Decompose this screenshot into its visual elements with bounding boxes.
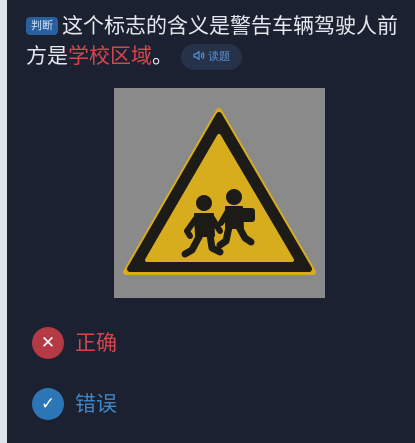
option-correct-label: 正确: [75, 331, 117, 355]
x-icon: ✕: [32, 327, 64, 359]
question-text-highlight: 学校区域: [68, 44, 152, 68]
check-icon: ✓: [32, 388, 64, 420]
left-edge-bar: [0, 0, 7, 443]
question-type-badge: 判断: [26, 17, 58, 35]
option-wrong-label: 错误: [75, 392, 117, 416]
read-question-button[interactable]: 读题: [181, 44, 242, 70]
speaker-icon: [193, 44, 205, 70]
read-question-label: 读题: [208, 50, 230, 63]
sign-image: [114, 88, 325, 298]
question-text: 判断 这个标志的含义是警告车辆驾驶人前方是学校区域。 读题: [26, 11, 412, 71]
question-text-end: 。: [152, 44, 173, 68]
children-crossing-sign-icon: [123, 108, 316, 275]
question-screen: 判断 这个标志的含义是警告车辆驾驶人前方是学校区域。 读题 ✕ 正确 ✓ 错误: [0, 0, 415, 443]
